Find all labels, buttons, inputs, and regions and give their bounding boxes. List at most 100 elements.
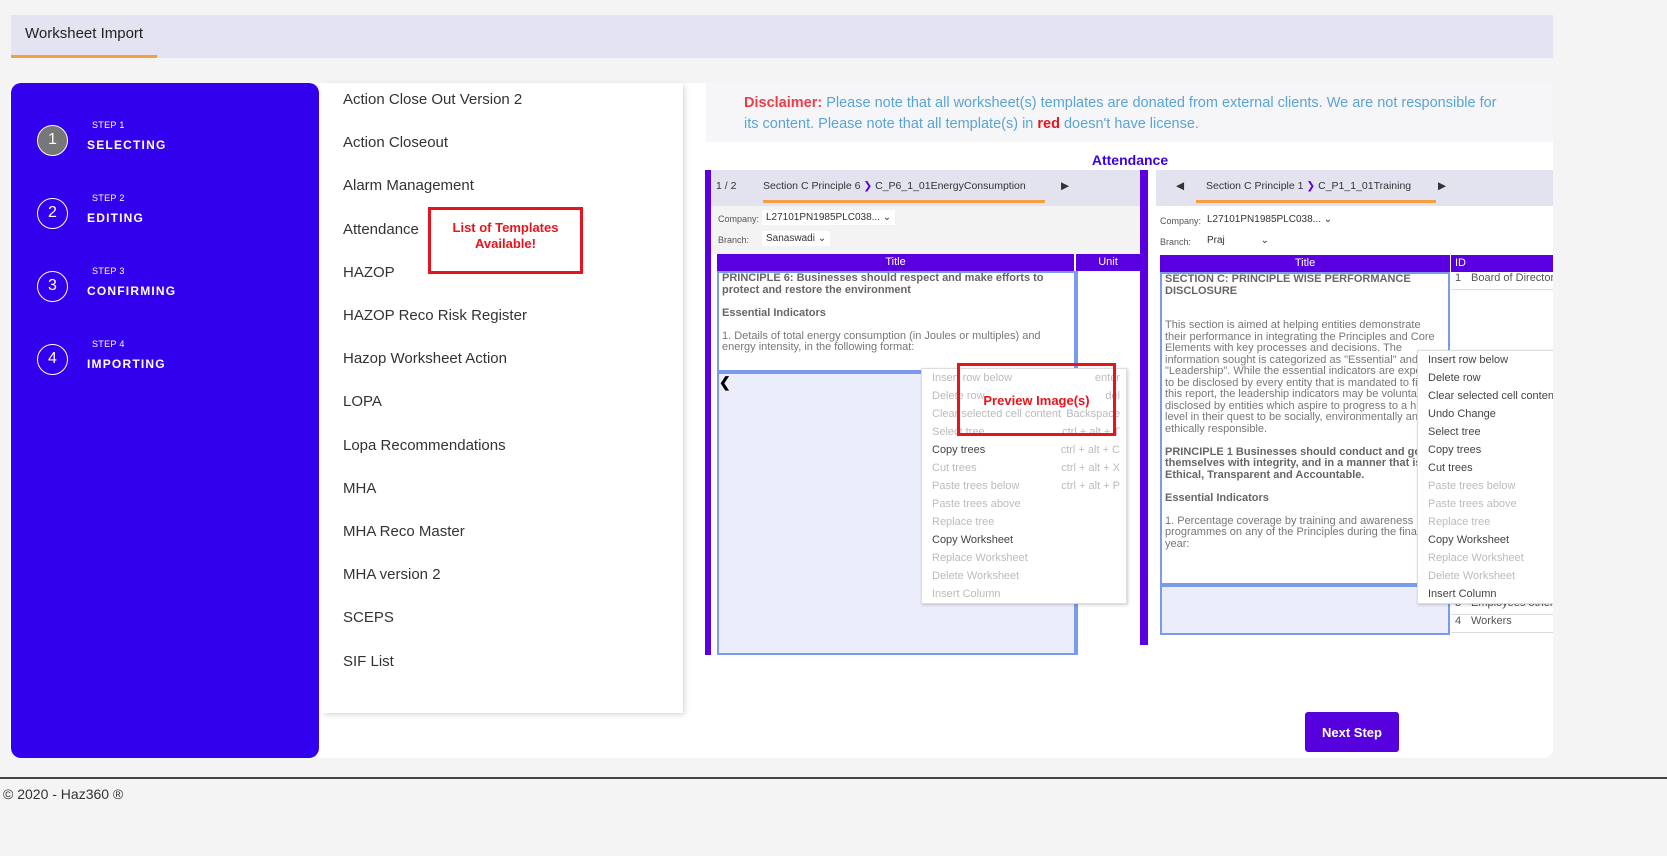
footer-divider [0,777,1667,779]
template-item[interactable]: MHA Reco Master [343,523,465,540]
menu-item-label: Insert Column [932,588,1001,600]
template-item[interactable]: Action Closeout [343,134,448,151]
context-menu-item[interactable]: Paste trees below [1418,477,1553,495]
company-select[interactable]: L27101PN1985PLC038... ⌄ [762,210,896,225]
menu-item-label: Replace Worksheet [932,552,1028,564]
sheet-tab-right[interactable]: Section C Principle 1 ❯ C_P1_1_01Trainin… [1206,180,1411,192]
step-title: CONFIRMING [87,284,177,298]
cell-subheading: Essential Indicators [722,306,826,319]
context-menu-item[interactable]: Select tree [1418,423,1553,441]
context-menu-item[interactable]: Delete row [1418,369,1553,387]
step-label: STEP 4 [92,339,125,349]
context-menu-item[interactable]: Copy trees [1418,441,1553,459]
context-menu-item[interactable]: Undo Change [1418,405,1553,423]
menu-item-label: Copy Worksheet [932,534,1014,546]
tab-underline [1196,200,1436,203]
context-menu-item[interactable]: Delete Worksheet [1418,567,1553,585]
step-4: 4 STEP 4 IMPORTING [37,339,297,384]
context-menu-item[interactable]: Paste trees above [922,495,1126,513]
menu-item-label: Cut trees [932,462,977,474]
column-header-title: Title [1160,255,1450,272]
row-title: Board of Directors [1471,272,1553,284]
context-menu-item[interactable]: Paste trees below ctrl + alt + P [922,477,1126,495]
context-menu-item[interactable]: Copy trees ctrl + alt + C [922,441,1126,459]
menu-item-label: Paste trees above [932,498,1021,510]
context-menu-item[interactable]: Replace tree [1418,513,1553,531]
menu-item-label: Delete Worksheet [932,570,1020,582]
context-menu-item[interactable]: Insert Column [1418,585,1553,603]
template-list: Action Close Out Version 2 Action Closeou… [322,83,683,713]
chevron-right-icon: ❯ [1306,180,1316,192]
branch-value: Praj [1207,235,1225,246]
tab-underline [763,200,1045,203]
step-label: STEP 1 [92,120,125,130]
cell-heading: SECTION C: PRINCIPLE WISE PERFORMANCE DI… [1165,273,1411,297]
section-name: Section C Principle 6 [763,180,861,192]
cell-principle: PRINCIPLE 1 Businesses should conduct an… [1165,445,1445,481]
template-item[interactable]: LOPA [343,393,382,410]
cell-text: This section is aimed at helping entitie… [1165,319,1443,435]
disclaimer-red-word: red [1037,116,1060,132]
scroll-left-icon[interactable]: ❮ [719,374,731,390]
template-item[interactable]: Attendance [343,221,419,238]
menu-item-shortcut: ctrl + alt + C [1060,444,1120,456]
next-arrow-icon[interactable]: ▶ [1061,180,1069,192]
step-title: SELECTING [87,138,167,152]
template-item[interactable]: MHA version 2 [343,566,441,583]
company-select[interactable]: L27101PN1985PLC038... ⌄ [1203,212,1337,227]
section-name: Section C Principle 1 [1206,180,1304,192]
cell-heading: PRINCIPLE 6: Businesses should respect a… [722,272,1044,296]
context-menu-right: Insert row below Delete row Clear selected… [1417,350,1553,604]
title-cell: PRINCIPLE 6: Businesses should respect a… [717,271,1076,372]
context-menu-item[interactable]: Insert row below [1418,351,1553,369]
context-menu-item[interactable]: Replace Worksheet [1418,549,1553,567]
next-step-button[interactable]: Next Step [1305,712,1399,752]
branch-select[interactable]: Praj ⌄ [1203,233,1273,248]
step-title: IMPORTING [87,357,166,371]
id-row: 4 Workers [1451,615,1553,633]
context-menu-item[interactable]: Copy Worksheet [922,531,1126,549]
context-menu-item[interactable]: Insert Column [922,585,1126,603]
template-item[interactable]: Action Close Out Version 2 [343,91,522,108]
branch-select[interactable]: Sanaswadi ⌄ [762,231,831,246]
chevron-right-icon: ❯ [863,180,873,192]
context-menu-item[interactable]: Delete Worksheet [922,567,1126,585]
id-row: 1 Board of Directors [1451,272,1553,290]
context-menu-item[interactable]: Replace Worksheet [922,549,1126,567]
sheet-tabs-right: ◀ Section C Principle 1 ❯ C_P1_1_01Train… [1156,170,1553,206]
step-2: 2 STEP 2 EDITING [37,193,297,238]
tab-worksheet-import[interactable]: Worksheet Import [11,15,158,58]
step-number-circle: 3 [37,271,68,302]
template-item[interactable]: SCEPS [343,609,394,626]
context-menu-item[interactable]: Cut trees [1418,459,1553,477]
cell-text: 1. Details of total energy consumption (… [722,329,1041,353]
disclaimer: Disclaimer: Please note that all workshe… [706,83,1553,142]
branch-label: Branch: [1160,237,1192,247]
menu-item-shortcut: ctrl + alt + X [1061,462,1120,474]
template-item[interactable]: Lopa Recommendations [343,437,506,454]
context-menu-item[interactable]: Cut trees ctrl + alt + X [922,459,1126,477]
template-item[interactable]: SIF List [343,653,394,670]
disclaimer-label: Disclaimer: [744,95,823,111]
disclaimer-text-end: doesn't have license. [1059,116,1199,132]
sheet-tabs-left: 1 / 2 Section C Principle 6 ❯ C_P6_1_01E… [711,170,1140,206]
context-menu-item[interactable]: Clear selected cell content [1418,387,1553,405]
template-item[interactable]: HAZOP Reco Risk Register [343,307,527,324]
template-item[interactable]: Hazop Worksheet Action [343,350,507,367]
footer-copyright: © 2020 - Haz360 ® [3,786,124,802]
context-menu-item[interactable]: Copy Worksheet [1418,531,1553,549]
context-menu-item[interactable]: Paste trees above [1418,495,1553,513]
step-sidebar: 1 STEP 1 SELECTING 2 STEP 2 EDITING 3 STEP 3 CON… [11,83,319,758]
template-item[interactable]: Alarm Management [343,177,474,194]
step-1: 1 STEP 1 SELECTING [37,120,297,165]
company-label: Company: [1160,216,1202,226]
next-arrow-icon[interactable]: ▶ [1438,180,1446,192]
template-item[interactable]: HAZOP [343,264,395,281]
context-menu-item[interactable]: Replace tree [922,513,1126,531]
template-item[interactable]: MHA [343,480,376,497]
annotation-preview: Preview Image(s) [957,363,1116,436]
prev-arrow-icon[interactable]: ◀ [1176,180,1184,192]
cell-text-2: 1. Percentage coverage by training and a… [1165,514,1440,550]
sheet-name: C_P6_1_01EnergyConsumption [875,180,1026,192]
sheet-tab-left[interactable]: Section C Principle 6 ❯ C_P6_1_01EnergyC… [763,180,1026,192]
